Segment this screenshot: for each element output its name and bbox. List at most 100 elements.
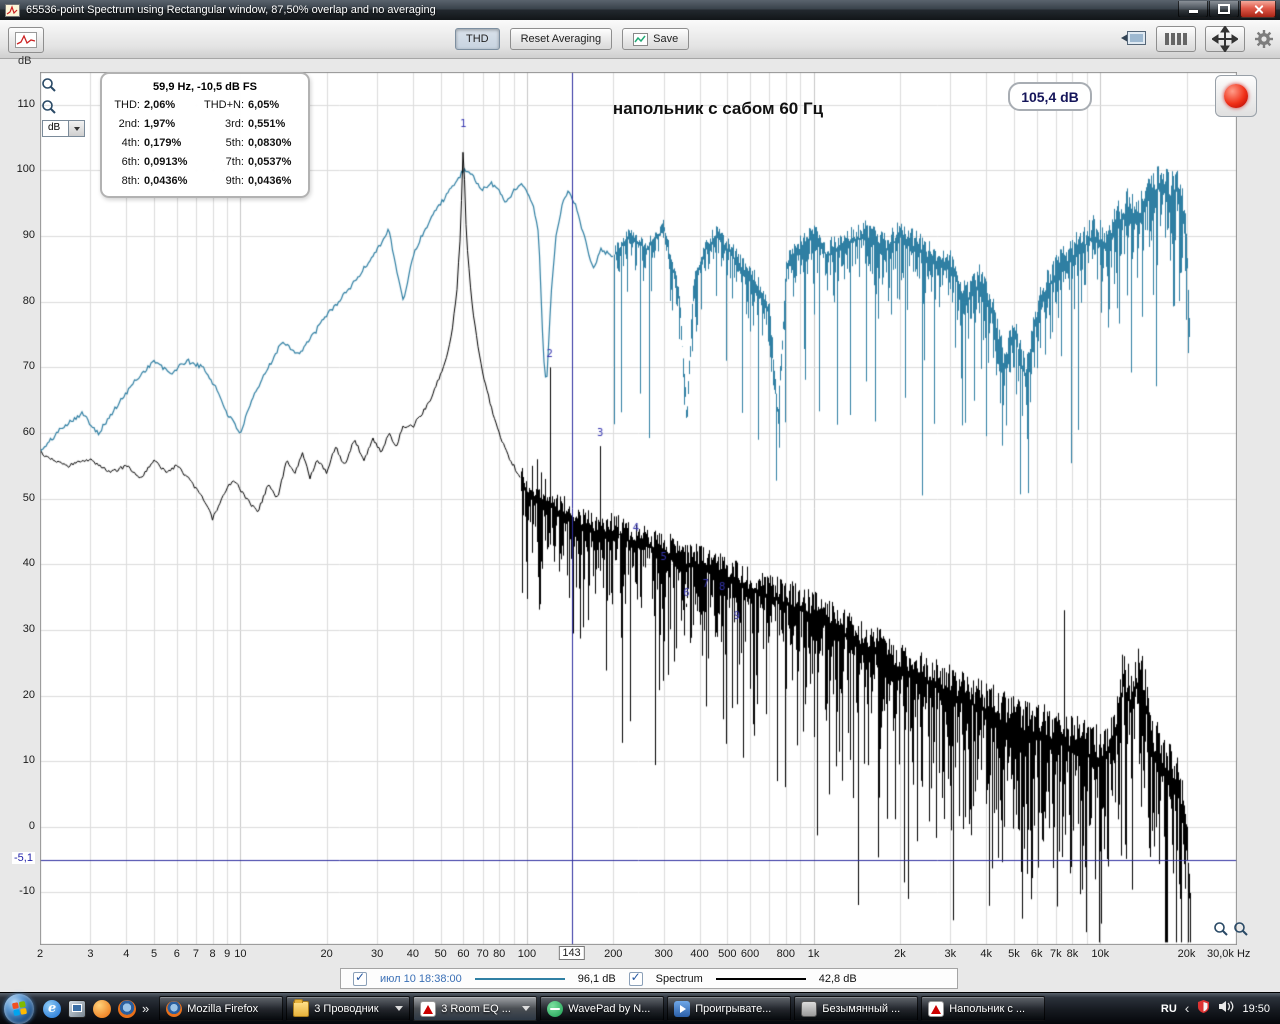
thd-row-label: 5th: (225, 137, 244, 149)
task-label: 3 Room EQ ... (441, 1002, 511, 1015)
x-tick-label: 400 (690, 948, 709, 960)
x-tick-label: 600 (740, 948, 760, 960)
task-label: Проигрывате... (695, 1002, 772, 1015)
thd-row-label: 2nd: (118, 118, 140, 130)
firefox-icon[interactable] (118, 999, 136, 1018)
x-tick-label: 50 (434, 948, 447, 960)
thd-panel: 59,9 Hz, -10,5 dB FS THD: 2,06% THD+N: 6,05… (100, 72, 310, 198)
thd-row-label: THD+N: (203, 99, 244, 111)
x-tick-label: 7k (1050, 948, 1062, 960)
thd-row-value: 0,0436% (248, 175, 292, 187)
y-zoom-out-button[interactable] (40, 98, 58, 116)
magnifier-icon (1234, 922, 1248, 936)
x-tick-label: 9 (224, 948, 231, 960)
desktop-icon[interactable] (68, 999, 86, 1018)
y-tick-label: 10 (22, 754, 35, 767)
save-label: Save (653, 33, 679, 45)
pan-zoom-button[interactable] (1205, 26, 1245, 52)
x-tick-label: 8k (1066, 948, 1079, 960)
x-tick-label: 7 (192, 948, 199, 960)
rta-level-value: 96,1 dB (577, 972, 616, 985)
task-label: 3 Проводник (314, 1002, 379, 1015)
bars-view-button[interactable] (1156, 26, 1196, 52)
settings-gear-icon[interactable] (1254, 29, 1274, 49)
y-tick-label: 50 (22, 491, 35, 504)
minimize-button[interactable] (1178, 1, 1208, 18)
taskbar-clock[interactable]: 19:50 (1242, 1003, 1270, 1015)
x-tick-label: 10 (234, 948, 247, 960)
task-label: WavePad by N... (568, 1002, 651, 1015)
save-button[interactable]: Save (622, 28, 690, 50)
x-tick-label: 80 (493, 948, 506, 960)
save-chart-icon (633, 32, 649, 46)
tray-expand-chevron-icon[interactable] (1185, 1000, 1190, 1018)
x-tick-label: 40 (406, 948, 420, 960)
window-icon (801, 1000, 818, 1017)
taskbar-task-7[interactable]: Напольник с ... (921, 996, 1046, 1021)
volume-icon[interactable] (1218, 1000, 1234, 1018)
security-tray-icon[interactable] (1197, 999, 1210, 1018)
window-panel-icon[interactable] (1121, 30, 1147, 48)
rta-visibility-checkbox[interactable] (353, 970, 367, 986)
rew-icon (928, 1000, 945, 1017)
minimize-icon (1188, 10, 1198, 13)
dropdown-value: dB (42, 120, 68, 137)
x-tick-label: 2 (36, 948, 44, 960)
player-icon (674, 1000, 691, 1017)
taskbar-task-2[interactable]: 3 Проводник (286, 996, 411, 1021)
start-button[interactable] (4, 993, 34, 1024)
thd-row-value: 0,551% (248, 118, 286, 130)
taskbar-task-3[interactable]: 3 Room EQ ... (413, 996, 538, 1021)
magnifier-icon (42, 78, 56, 92)
taskbar-task-4[interactable]: WavePad by N... (540, 996, 665, 1021)
x-tick-label: 500 (718, 948, 737, 960)
rta-trace-color-sample (474, 977, 565, 980)
screen: 65536-point Spectrum using Rectangular w… (0, 0, 1280, 1024)
x-tick-label: 4k (980, 948, 992, 960)
thd-row-label: 6th: (121, 156, 140, 168)
measurement-icon-button[interactable] (8, 27, 44, 53)
x-tick-label: 20k (1177, 948, 1196, 960)
close-button[interactable] (1240, 1, 1276, 18)
y-zoom-in-button[interactable] (40, 76, 58, 94)
reset-averaging-button[interactable]: Reset Averaging (509, 28, 613, 50)
x-zoom-out-button[interactable] (1232, 920, 1250, 938)
record-button[interactable] (1215, 75, 1257, 117)
ie-icon[interactable] (43, 999, 61, 1018)
maximize-button[interactable] (1209, 1, 1239, 18)
thd-toggle-button[interactable]: THD (455, 28, 500, 50)
taskbar-task-5[interactable]: Проигрывате... (667, 996, 792, 1021)
spl-readout: 105,4 dB (1008, 82, 1092, 111)
y-tick-label: 70 (22, 360, 35, 373)
quicklaunch-overflow-chevron-icon[interactable] (142, 1000, 149, 1018)
x-zoom-in-button[interactable] (1212, 920, 1230, 938)
toolbar-center-buttons: THD Reset Averaging Save (455, 28, 690, 50)
toolbar: THD Reset Averaging Save (0, 20, 1280, 59)
mini-chart-icon (15, 32, 37, 48)
taskbar-task-6[interactable]: Безымянный ... (794, 996, 919, 1021)
thd-row-value: 0,0913% (144, 156, 188, 168)
language-indicator[interactable]: RU (1161, 1003, 1177, 1015)
spectrum-plot-canvas[interactable] (40, 72, 1237, 945)
thd-row-label: 4th: (121, 137, 140, 149)
media-icon[interactable] (93, 999, 111, 1018)
thd-row-label: 9th: (225, 175, 244, 187)
x-tick-label: 30 (370, 948, 384, 960)
x-tick-label: 2k (894, 948, 906, 960)
thd-row-label: 3rd: (225, 118, 244, 130)
taskbar-task-1[interactable]: Mozilla Firefox (159, 996, 284, 1021)
cursor-frequency-readout: 143 (558, 946, 585, 960)
spectrum-visibility-checkbox[interactable] (628, 970, 643, 986)
thd-row-value: 0,0830% (248, 137, 292, 149)
taskbar: Mozilla Firefox 3 Проводник 3 Room EQ ... W… (0, 992, 1280, 1024)
cursor-level-readout: -5,1 (12, 852, 35, 865)
x-axis-end-label: 30,0k Hz (1207, 948, 1251, 960)
y-axis-unit-dropdown[interactable]: dB (42, 120, 85, 137)
maximize-icon (1218, 4, 1230, 14)
x-tick-label: 100 (517, 948, 537, 960)
task-label: Mozilla Firefox (187, 1002, 259, 1015)
spectrum-legend-label: Spectrum (655, 972, 703, 985)
spectrum-trace-color-sample (715, 977, 806, 980)
four-arrows-icon (1212, 26, 1238, 52)
x-tick-label: 300 (654, 948, 673, 960)
